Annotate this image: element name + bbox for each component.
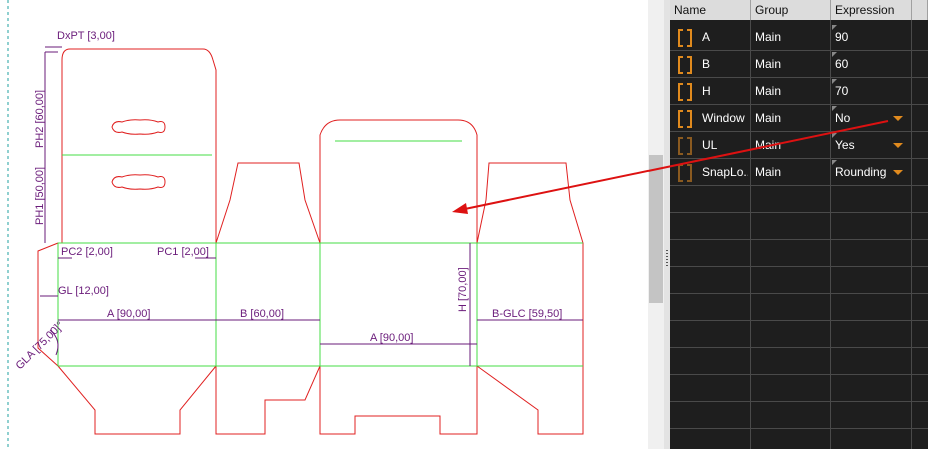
expression-value: 60 <box>835 57 849 71</box>
parameter-row[interactable]: A Main 90 <box>670 24 928 51</box>
parameter-name[interactable]: A <box>702 24 748 50</box>
parameter-bracket-icon <box>678 164 692 182</box>
parameter-row[interactable]: UL Main Yes <box>670 132 928 159</box>
dim-ph1-label[interactable]: PH1 [50,00] <box>34 167 46 225</box>
dim-pc1-label[interactable]: PC1 [2,00] <box>157 246 209 258</box>
cad-canvas[interactable]: DxPT [3,00] PH2 [60,00] PH1 [50,00] PC2 … <box>0 0 648 449</box>
empty-row <box>670 213 928 240</box>
dim-dxpt-label[interactable]: DxPT [3,00] <box>57 30 115 42</box>
empty-row <box>670 375 928 402</box>
splitter-grip-icon <box>666 250 668 268</box>
expression-value: No <box>835 111 851 125</box>
dim-ph2-label[interactable]: PH2 [60,00] <box>34 90 46 148</box>
dim-a-bottom-label[interactable]: A [90,00] <box>370 332 413 344</box>
expression-dropdown[interactable]: Rounding <box>831 159 911 185</box>
dim-h-label[interactable]: H [70,00] <box>457 267 469 312</box>
parameter-name[interactable]: H <box>702 78 748 104</box>
parameter-group[interactable]: Main <box>755 159 827 185</box>
dropdown-arrow-icon[interactable] <box>893 116 903 121</box>
column-header-expression[interactable]: Expression <box>831 0 912 20</box>
parameter-group[interactable]: Main <box>755 51 827 77</box>
column-header-group[interactable]: Group <box>751 0 831 20</box>
parameter-name[interactable]: Window <box>702 105 748 131</box>
cut-lines <box>37 48 584 435</box>
dim-bglc-label[interactable]: B-GLC [59,50] <box>492 308 562 320</box>
parameter-row[interactable]: H Main 70 <box>670 78 928 105</box>
expression-field[interactable]: 60 <box>831 51 911 77</box>
parameter-bracket-icon <box>678 83 692 101</box>
parameter-group[interactable]: Main <box>755 24 827 50</box>
annotation-arrow <box>452 169 648 214</box>
parameter-bracket-icon <box>678 29 692 47</box>
expression-value: 70 <box>835 84 849 98</box>
expression-dropdown[interactable]: Yes <box>831 132 911 158</box>
parameter-name[interactable]: UL <box>702 132 748 158</box>
parameters-panel: Name Group Expression A Main 90 B Main 60 H Mai… <box>670 0 928 449</box>
empty-row <box>670 402 928 429</box>
dim-pc2-label[interactable]: PC2 [2,00] <box>61 246 113 258</box>
dropdown-arrow-icon[interactable] <box>893 143 903 148</box>
parameter-group[interactable]: Main <box>755 132 827 158</box>
parameter-name[interactable]: SnapLo... <box>702 159 748 185</box>
parameter-group[interactable]: Main <box>755 78 827 104</box>
expression-value: Yes <box>835 138 855 152</box>
empty-row <box>670 240 928 267</box>
column-header-name[interactable]: Name <box>670 0 751 20</box>
empty-row <box>670 294 928 321</box>
empty-row <box>670 186 928 213</box>
dim-a-left-label[interactable]: A [90,00] <box>107 308 150 320</box>
column-header-extra <box>912 0 928 20</box>
dim-b-label[interactable]: B [60,00] <box>240 308 284 320</box>
parameter-bracket-icon <box>678 110 692 128</box>
box-dieline-drawing[interactable]: DxPT [3,00] PH2 [60,00] PH1 [50,00] PC2 … <box>0 0 648 449</box>
empty-row <box>670 321 928 348</box>
empty-row <box>670 348 928 375</box>
parameter-row[interactable]: SnapLo... Main Rounding <box>670 159 928 186</box>
empty-row <box>670 267 928 294</box>
expression-value: Rounding <box>835 165 887 179</box>
dim-gl-label[interactable]: GL [12,00] <box>58 285 109 297</box>
parameter-name[interactable]: B <box>702 51 748 77</box>
parameter-row[interactable]: B Main 60 <box>670 51 928 78</box>
dropdown-arrow-icon[interactable] <box>893 170 903 175</box>
expression-field[interactable]: 70 <box>831 78 911 104</box>
expression-dropdown[interactable]: No <box>831 105 911 131</box>
parameter-bracket-icon <box>678 137 692 155</box>
parameter-bracket-icon <box>678 56 692 74</box>
expression-value: 90 <box>835 30 849 44</box>
parameter-group[interactable]: Main <box>755 105 827 131</box>
scrollbar-thumb[interactable] <box>649 155 663 303</box>
expression-field[interactable]: 90 <box>831 24 911 50</box>
empty-row <box>670 429 928 449</box>
parameter-row[interactable]: Window Main No <box>670 105 928 132</box>
